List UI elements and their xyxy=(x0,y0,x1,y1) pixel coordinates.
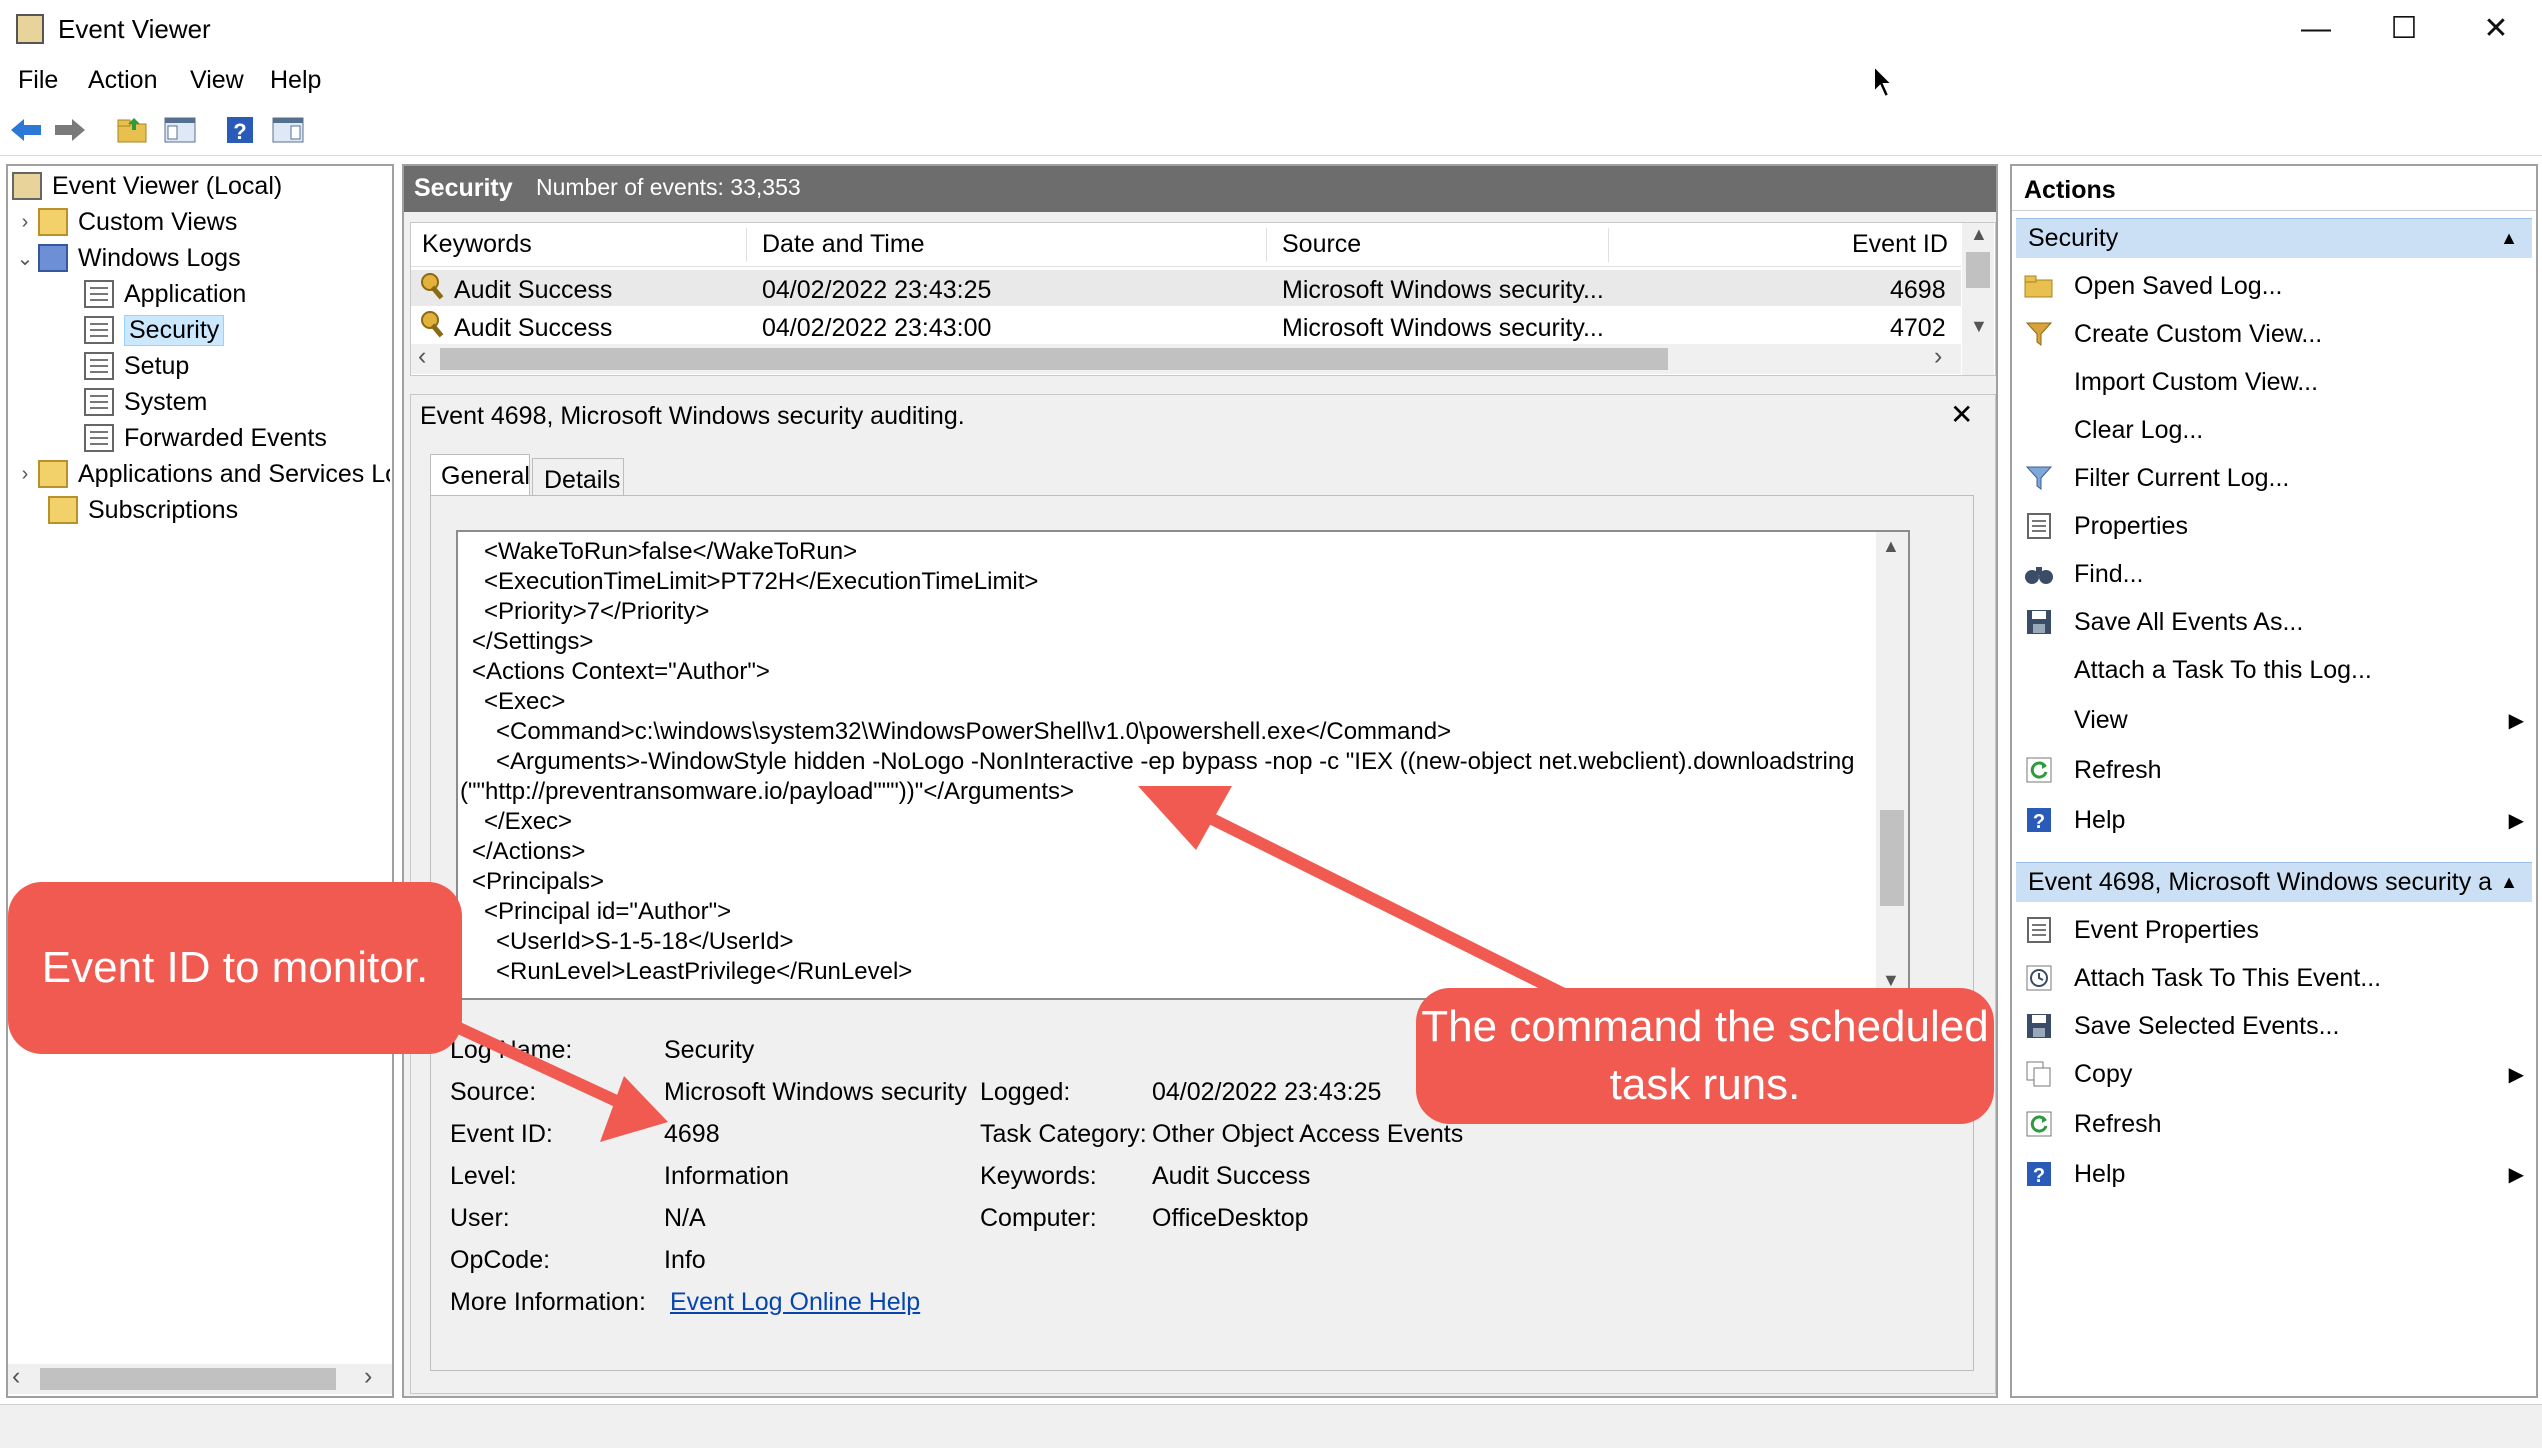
arrow-to-command xyxy=(1138,786,1586,1008)
callout-command: The command the scheduled task runs. xyxy=(1416,988,1994,1124)
annotation-arrows xyxy=(414,786,1586,1142)
callout-event-id: Event ID to monitor. xyxy=(8,882,462,1054)
